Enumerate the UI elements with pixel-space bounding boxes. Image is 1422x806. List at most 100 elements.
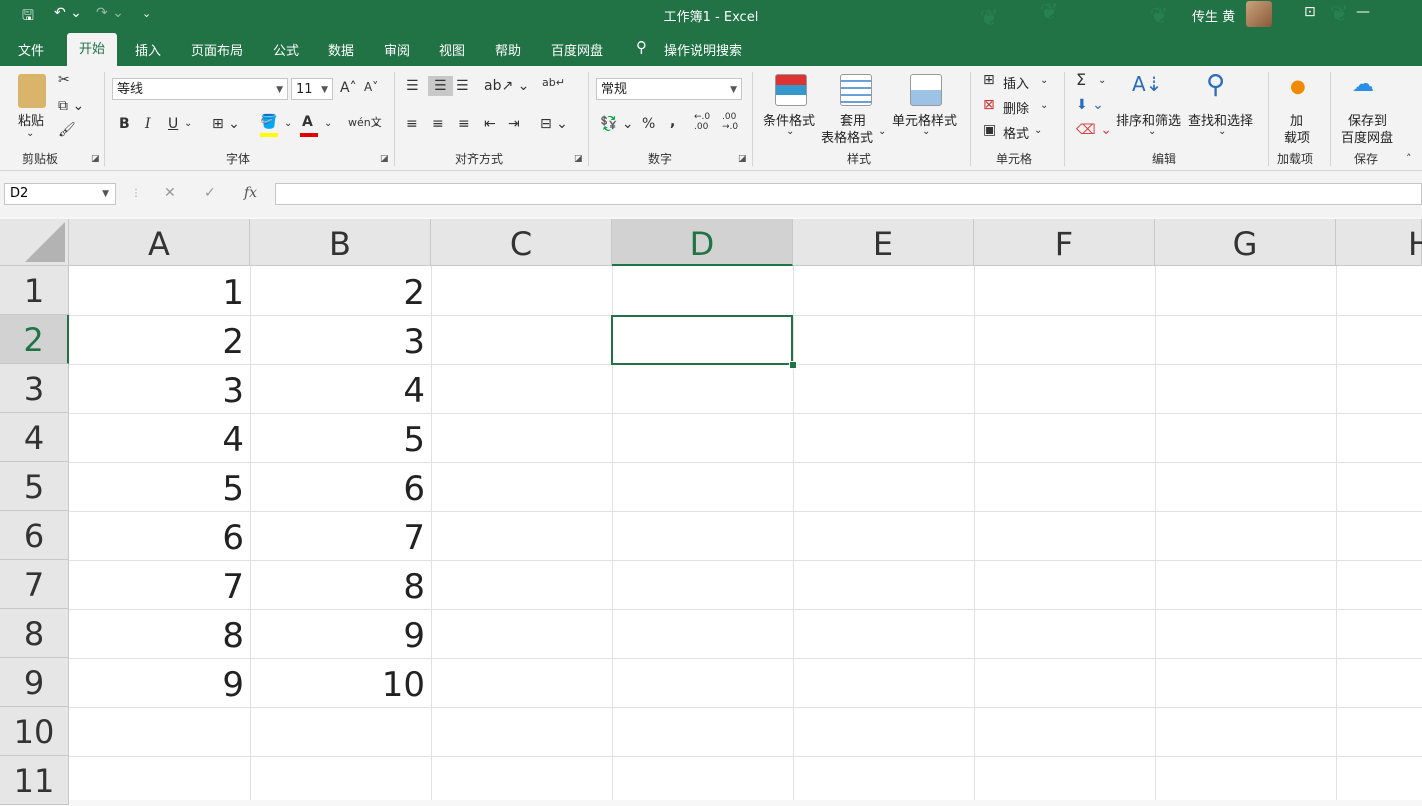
align-center-icon[interactable]: ≡ [432,116,444,132]
row-header-11[interactable]: 11 [0,756,69,805]
number-format-select[interactable]: 常规 ▼ [596,78,742,100]
row-header-5[interactable]: 5 [0,462,69,511]
select-all-button[interactable] [0,219,69,266]
cell-b9[interactable]: 10 [250,658,431,707]
cell-a5[interactable]: 5 [69,462,250,511]
tab-home[interactable]: 开始 [67,33,118,66]
increase-font-size-icon[interactable]: A˄ [340,80,357,96]
row-header-3[interactable]: 3 [0,364,69,413]
dialog-launcher-icon[interactable]: ◪ [574,154,583,164]
conditional-formatting-icon[interactable] [775,74,807,106]
cell-b7[interactable]: 8 [250,560,431,609]
chevron-down-icon[interactable]: ⌄ [878,126,886,137]
merge-center-icon[interactable]: ⊟ ⌄ [540,116,568,132]
column-header-c[interactable]: C [431,219,612,266]
decrease-decimal-button[interactable]: .00 →.0 [722,112,746,132]
cut-icon[interactable]: ✂ [58,72,70,88]
insert-cells-button[interactable]: 插入 [1003,73,1029,92]
cell-a6[interactable]: 6 [69,511,250,560]
align-right-icon[interactable]: ≡ [458,116,470,132]
sort-filter-icon[interactable]: A⇣ [1132,72,1162,96]
fill-handle[interactable] [789,361,797,369]
chevron-down-icon[interactable]: ⌄ [1040,100,1048,111]
cell-a7[interactable]: 7 [69,560,250,609]
baidu-netdisk-icon[interactable]: ☁ [1352,72,1374,97]
dialog-launcher-icon[interactable]: ◪ [91,154,100,164]
comma-style-button[interactable]: , [670,114,675,130]
font-size-select[interactable]: 11 ▼ [291,78,333,100]
tab-page-layout[interactable]: 页面布局 [191,40,243,59]
paste-dropdown-icon[interactable]: ⌄ [26,128,34,139]
cell-a3[interactable]: 3 [69,364,250,413]
paste-icon[interactable] [18,74,46,108]
column-header-e[interactable]: E [793,219,974,266]
cell-a2[interactable]: 2 [69,315,250,364]
format-cells-button[interactable]: 格式 [1003,123,1029,142]
tab-formulas[interactable]: 公式 [273,40,299,59]
clear-icon[interactable]: ⌫ ⌄ [1076,122,1112,138]
cell-b4[interactable]: 5 [250,413,431,462]
cell-b3[interactable]: 4 [250,364,431,413]
align-middle-icon[interactable]: ☰ [428,76,453,96]
cell-b8[interactable]: 9 [250,609,431,658]
orientation-icon[interactable]: ab↗ ⌄ [484,78,529,94]
tab-baidu-netdisk[interactable]: 百度网盘 [551,40,603,59]
row-header-9[interactable]: 9 [0,658,69,707]
cell-a8[interactable]: 8 [69,609,250,658]
cell-b6[interactable]: 7 [250,511,431,560]
enter-icon[interactable]: ✓ [204,185,216,201]
autosum-button[interactable]: Σ [1076,70,1086,89]
ribbon-display-options-icon[interactable]: ⊡ [1304,4,1316,20]
cancel-icon[interactable]: ✕ [164,185,176,201]
tab-help[interactable]: 帮助 [495,40,521,59]
column-header-f[interactable]: F [974,219,1155,266]
chevron-down-icon[interactable]: ⌄ [1098,75,1106,86]
decrease-indent-icon[interactable]: ⇤ [484,116,496,132]
underline-dropdown-icon[interactable]: ⌄ [184,118,192,129]
tab-view[interactable]: 视图 [439,40,465,59]
chevron-down-icon[interactable]: ⌄ [1148,126,1156,137]
italic-button[interactable]: I [145,116,151,132]
search-icon[interactable]: ⚲ [1206,70,1225,100]
align-left-icon[interactable]: ≡ [406,116,418,132]
format-painter-icon[interactable]: 🖌 [58,122,76,138]
column-header-g[interactable]: G [1155,219,1336,266]
user-name[interactable]: 传生 黄 [1192,6,1235,25]
tab-insert[interactable]: 插入 [135,40,161,59]
format-cells-icon[interactable]: ▣ [983,122,996,138]
tell-me-search[interactable]: 操作说明搜索 [664,40,742,59]
column-header-b[interactable]: B [250,219,431,266]
row-header-1[interactable]: 1 [0,266,69,315]
format-as-table-icon[interactable] [840,74,872,106]
insert-function-icon[interactable]: fx [244,185,257,201]
cell-a4[interactable]: 4 [69,413,250,462]
addins-icon[interactable]: ● [1290,76,1306,97]
insert-cells-icon[interactable]: ⊞ [983,72,995,88]
dialog-launcher-icon[interactable]: ◪ [380,154,389,164]
percent-style-button[interactable]: % [642,116,655,132]
phonetic-dropdown-icon[interactable]: ⌄ [372,118,380,129]
addins-line2[interactable]: 载项 [1284,127,1310,146]
cell-b1[interactable]: 2 [250,266,431,315]
fill-color-icon[interactable]: 🪣 [260,114,277,130]
cell-styles-icon[interactable] [910,74,942,106]
cell-b2[interactable]: 3 [250,315,431,364]
cell-a1[interactable]: 1 [69,266,250,315]
font-color-dropdown-icon[interactable]: ⌄ [324,118,332,129]
column-header-h[interactable]: H [1336,219,1422,266]
chevron-down-icon[interactable]: ⌄ [1040,75,1048,86]
underline-button[interactable]: U [168,116,178,132]
dialog-launcher-icon[interactable]: ◪ [738,154,747,164]
wrap-text-icon[interactable]: ab↵ [542,76,565,89]
chevron-down-icon[interactable]: ⌄ [786,126,794,137]
fill-down-icon[interactable]: ⬇ ⌄ [1076,97,1104,113]
row-header-7[interactable]: 7 [0,560,69,609]
row-header-6[interactable]: 6 [0,511,69,560]
row-header-4[interactable]: 4 [0,413,69,462]
fill-color-dropdown-icon[interactable]: ⌄ [284,118,292,129]
tab-review[interactable]: 审阅 [384,40,410,59]
font-name-select[interactable]: 等线 ▼ [112,78,288,100]
worksheet-grid[interactable]: A B C D E F G H 1 2 3 4 5 6 7 8 9 10 11 … [0,219,1422,805]
save-to-netdisk-line2[interactable]: 百度网盘 [1341,127,1393,146]
column-header-d[interactable]: D [612,219,793,266]
